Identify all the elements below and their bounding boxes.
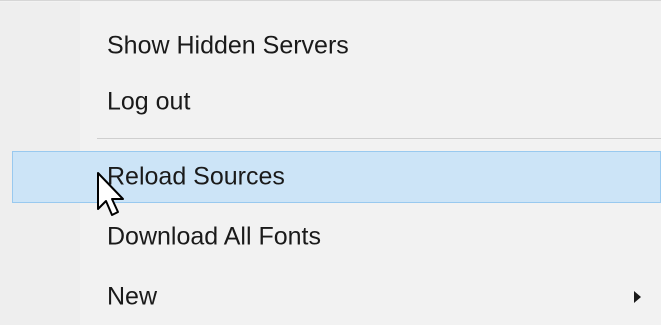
menu-separator — [97, 138, 661, 139]
menu-item-label: New — [107, 282, 158, 311]
menu-item-reload-sources[interactable]: Reload Sources — [12, 151, 661, 203]
menu-item-log-out[interactable]: Log out — [0, 75, 661, 129]
menu-item-download-all-fonts[interactable]: Download All Fonts — [0, 210, 661, 264]
menu-item-label: Reload Sources — [107, 162, 285, 191]
menu-item-label: Log out — [107, 87, 191, 116]
context-menu: Show Hidden Servers Log out Reload Sourc… — [0, 0, 661, 325]
menu-item-label: Show Hidden Servers — [107, 31, 349, 60]
menu-item-label: Download All Fonts — [107, 222, 322, 251]
menu-item-new[interactable]: New — [0, 270, 661, 324]
menu-item-show-hidden-servers[interactable]: Show Hidden Servers — [0, 19, 661, 73]
chevron-right-icon — [634, 291, 641, 303]
